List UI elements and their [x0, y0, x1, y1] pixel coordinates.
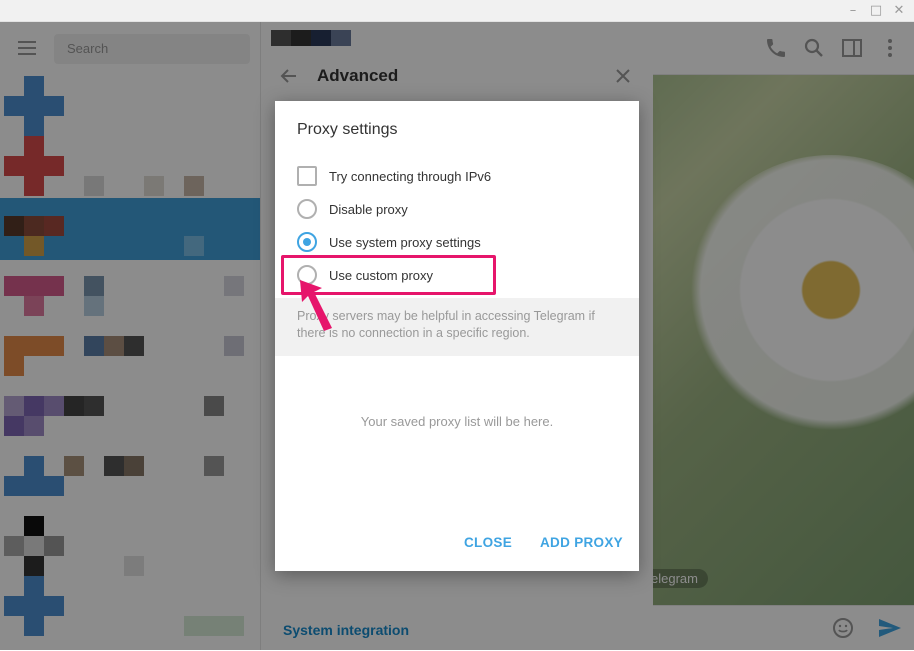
window-titlebar: – □ ✕ — [0, 0, 914, 22]
annotation-arrow-icon — [300, 280, 332, 331]
disable-proxy-radio[interactable] — [297, 199, 317, 219]
proxy-list-empty-text: Your saved proxy list will be here. — [360, 414, 554, 429]
system-proxy-radio[interactable] — [297, 232, 317, 252]
disable-proxy-option[interactable]: Disable proxy — [297, 197, 557, 221]
window-close-icon[interactable]: ✕ — [888, 0, 910, 21]
disable-proxy-label: Disable proxy — [329, 202, 408, 217]
ipv6-checkbox[interactable] — [297, 166, 317, 186]
system-proxy-option[interactable]: Use system proxy settings — [297, 230, 557, 254]
close-button[interactable]: CLOSE — [464, 535, 512, 550]
ipv6-checkbox-option[interactable]: Try connecting through IPv6 — [297, 164, 557, 188]
ipv6-label: Try connecting through IPv6 — [329, 169, 492, 184]
system-proxy-label: Use system proxy settings — [329, 235, 481, 250]
minimize-icon[interactable]: – — [842, 0, 864, 21]
maximize-icon[interactable]: □ — [865, 0, 887, 21]
dialog-title: Proxy settings — [297, 121, 398, 138]
add-proxy-button[interactable]: ADD PROXY — [540, 535, 623, 550]
